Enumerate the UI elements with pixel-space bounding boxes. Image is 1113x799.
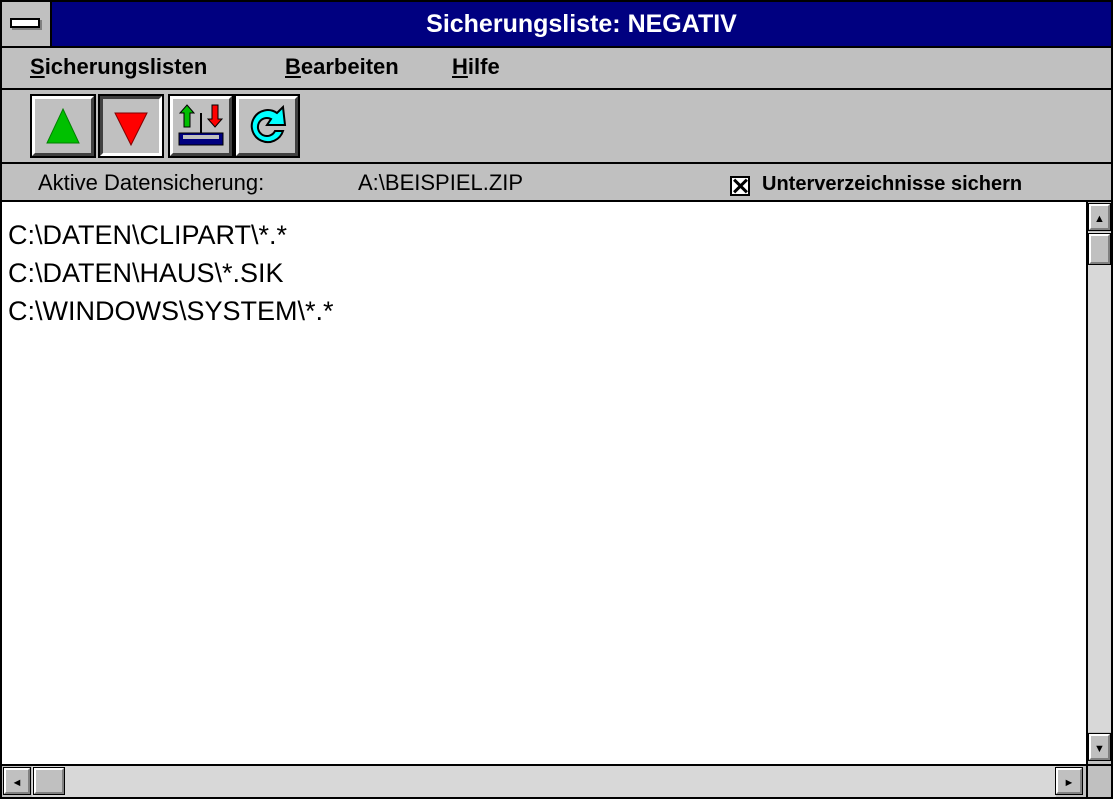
transfer-button[interactable] — [168, 94, 234, 158]
scroll-right-icon: ► — [1063, 777, 1075, 789]
scroll-down-button[interactable]: ▼ — [1088, 733, 1111, 761]
menu-hilfe[interactable]: Hilfe — [452, 54, 500, 80]
refresh-button[interactable] — [234, 94, 300, 158]
menu-bearbeiten[interactable]: Bearbeiten — [285, 54, 399, 80]
menu-bearbeiten-accel: B — [285, 54, 301, 79]
app-window: Sicherungsliste: NEGATIV Sicherungsliste… — [0, 0, 1113, 799]
info-bar: Aktive Datensicherung: A:\BEISPIEL.ZIP U… — [2, 164, 1111, 202]
menu-sicherungslisten-accel: S — [30, 54, 45, 79]
backup-list[interactable]: C:\DATEN\CLIPART\*.* C:\DATEN\HAUS\*.SIK… — [2, 202, 1086, 764]
refresh-arrow-icon — [250, 104, 287, 144]
horizontal-scroll-thumb[interactable] — [33, 767, 65, 795]
menu-bearbeiten-label: earbeiten — [300, 54, 399, 79]
swap-transfer-icon — [178, 104, 224, 146]
horizontal-scroll-track[interactable] — [32, 766, 1056, 797]
scroll-up-button[interactable]: ▲ — [1088, 203, 1111, 231]
scrollbar-corner — [1086, 764, 1111, 797]
scroll-up-icon: ▲ — [1094, 213, 1105, 225]
scroll-down-icon: ▼ — [1094, 743, 1105, 755]
arrow-up-green-icon — [46, 107, 80, 144]
menu-sicherungslisten-label: icherungslisten — [44, 54, 208, 79]
subdirectories-checkbox-label[interactable]: Unterverzeichnisse sichern — [762, 173, 1022, 196]
list-item[interactable]: C:\DATEN\HAUS\*.SIK — [8, 258, 284, 289]
scroll-left-button[interactable]: ◄ — [3, 767, 31, 795]
system-menu-icon — [10, 18, 40, 28]
toolbar — [2, 90, 1111, 164]
menu-sicherungslisten[interactable]: Sicherungslisten — [30, 54, 207, 80]
vertical-scroll-track[interactable] — [1088, 232, 1111, 732]
window-title: Sicherungsliste: NEGATIV — [426, 10, 737, 38]
menu-bar: Sicherungslisten Bearbeiten Hilfe — [2, 48, 1111, 90]
scroll-left-icon: ◄ — [11, 777, 23, 789]
move-up-button[interactable] — [30, 94, 96, 158]
vertical-scroll-thumb[interactable] — [1088, 233, 1111, 265]
active-backup-label: Aktive Datensicherung: — [38, 170, 265, 195]
subdirectories-checkbox[interactable] — [730, 176, 750, 196]
menu-hilfe-label: ilfe — [467, 54, 500, 79]
move-down-button[interactable] — [98, 94, 164, 158]
vertical-scrollbar[interactable]: ▲ ▼ — [1086, 202, 1111, 764]
menu-hilfe-accel: H — [452, 54, 468, 79]
system-menu-button[interactable] — [2, 2, 52, 46]
scroll-right-button[interactable]: ► — [1055, 767, 1083, 795]
title-bar[interactable]: Sicherungsliste: NEGATIV — [2, 2, 1111, 48]
arrow-down-red-icon — [114, 112, 148, 147]
list-item[interactable]: C:\WINDOWS\SYSTEM\*.* — [8, 296, 334, 327]
horizontal-scrollbar[interactable]: ◄ ► — [2, 764, 1086, 797]
list-item[interactable]: C:\DATEN\CLIPART\*.* — [8, 220, 287, 251]
active-backup-value: A:\BEISPIEL.ZIP — [358, 170, 524, 195]
